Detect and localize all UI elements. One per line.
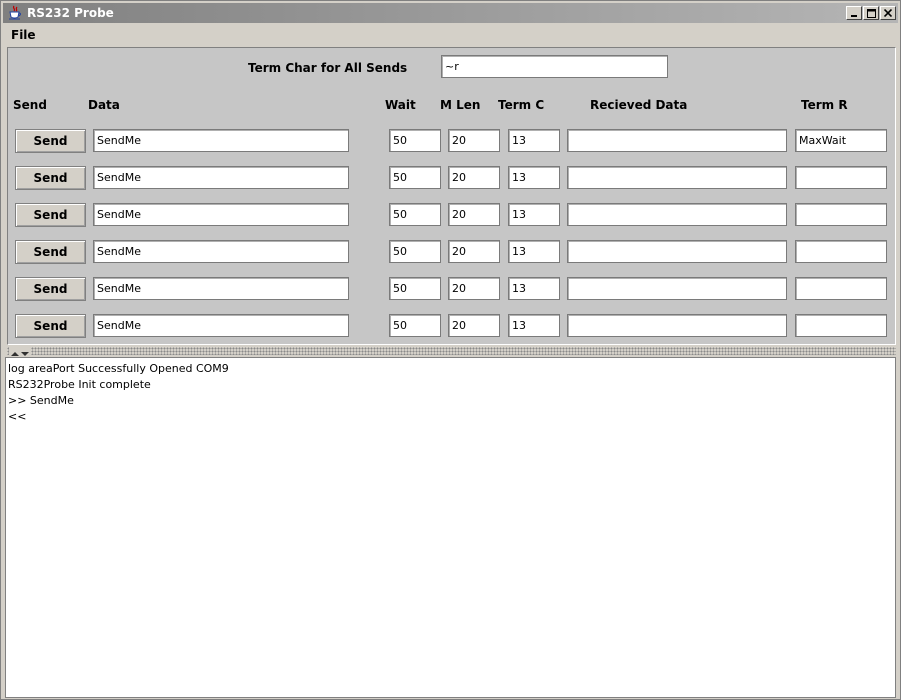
- minimize-button[interactable]: [846, 6, 862, 20]
- received-field-6[interactable]: [567, 314, 787, 337]
- maximize-icon: [866, 8, 876, 18]
- termc-field-2[interactable]: [508, 166, 560, 189]
- log-line: log areaPort Successfully Opened COM9: [8, 362, 229, 375]
- termr-field-1[interactable]: [795, 129, 887, 152]
- data-field-1[interactable]: [93, 129, 349, 152]
- log-area[interactable]: log areaPort Successfully Opened COM9 RS…: [5, 357, 896, 698]
- mlen-field-2[interactable]: [448, 166, 500, 189]
- received-field-3[interactable]: [567, 203, 787, 226]
- termc-field-1[interactable]: [508, 129, 560, 152]
- data-field-5[interactable]: [93, 277, 349, 300]
- mlen-field-1[interactable]: [448, 129, 500, 152]
- wait-field-5[interactable]: [389, 277, 441, 300]
- send-button-3[interactable]: Send: [15, 203, 86, 227]
- maximize-button[interactable]: [863, 6, 879, 20]
- send-button-4[interactable]: Send: [15, 240, 86, 264]
- close-button[interactable]: [880, 6, 896, 20]
- data-field-4[interactable]: [93, 240, 349, 263]
- received-field-1[interactable]: [567, 129, 787, 152]
- header-term-c: Term C: [498, 98, 545, 112]
- termr-field-5[interactable]: [795, 277, 887, 300]
- termr-field-2[interactable]: [795, 166, 887, 189]
- java-cup-icon: [7, 5, 23, 21]
- data-field-6[interactable]: [93, 314, 349, 337]
- log-line: RS232Probe Init complete: [8, 378, 151, 391]
- send-button-2[interactable]: Send: [15, 166, 86, 190]
- header-data: Data: [88, 98, 120, 112]
- wait-field-4[interactable]: [389, 240, 441, 263]
- received-field-4[interactable]: [567, 240, 787, 263]
- termc-field-5[interactable]: [508, 277, 560, 300]
- send-button-1[interactable]: Send: [15, 129, 86, 153]
- close-icon: [884, 9, 892, 17]
- received-field-5[interactable]: [567, 277, 787, 300]
- split-arrows-icon[interactable]: [9, 347, 31, 356]
- mlen-field-5[interactable]: [448, 277, 500, 300]
- log-line: <<: [8, 410, 27, 423]
- window-title: RS232 Probe: [27, 6, 114, 20]
- wait-field-3[interactable]: [389, 203, 441, 226]
- header-term-r: Term R: [801, 98, 848, 112]
- termc-field-4[interactable]: [508, 240, 560, 263]
- mlen-field-3[interactable]: [448, 203, 500, 226]
- data-field-2[interactable]: [93, 166, 349, 189]
- send-panel: Term Char for All Sends Send Data Wait M…: [7, 47, 896, 345]
- header-send: Send: [13, 98, 47, 112]
- title-bar[interactable]: RS232 Probe: [3, 3, 898, 23]
- main-window: RS232 Probe File Term Char for All Sends…: [0, 0, 901, 700]
- termc-field-3[interactable]: [508, 203, 560, 226]
- received-field-2[interactable]: [567, 166, 787, 189]
- header-wait: Wait: [385, 98, 416, 112]
- send-button-5[interactable]: Send: [15, 277, 86, 301]
- wait-field-1[interactable]: [389, 129, 441, 152]
- wait-field-2[interactable]: [389, 166, 441, 189]
- termc-field-6[interactable]: [508, 314, 560, 337]
- menu-bar: File: [3, 25, 898, 45]
- data-field-3[interactable]: [93, 203, 349, 226]
- minimize-icon: [851, 15, 857, 17]
- menu-file[interactable]: File: [11, 28, 36, 42]
- termr-field-3[interactable]: [795, 203, 887, 226]
- log-line: >> SendMe: [8, 394, 74, 407]
- header-m-len: M Len: [440, 98, 481, 112]
- wait-field-6[interactable]: [389, 314, 441, 337]
- mlen-field-6[interactable]: [448, 314, 500, 337]
- termr-field-6[interactable]: [795, 314, 887, 337]
- term-char-label: Term Char for All Sends: [248, 61, 408, 75]
- split-pane-divider[interactable]: [7, 347, 896, 356]
- send-button-6[interactable]: Send: [15, 314, 86, 338]
- header-received-data: Recieved Data: [590, 98, 688, 112]
- mlen-field-4[interactable]: [448, 240, 500, 263]
- termr-field-4[interactable]: [795, 240, 887, 263]
- term-char-input[interactable]: [441, 55, 668, 78]
